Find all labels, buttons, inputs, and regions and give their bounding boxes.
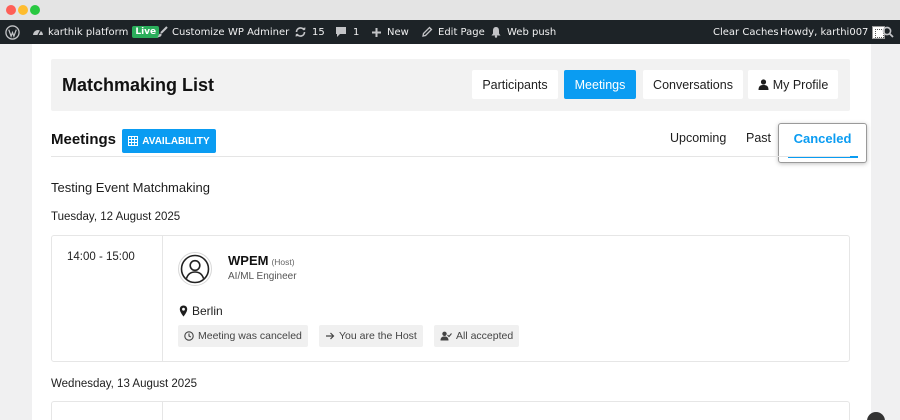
event-name: Testing Event Matchmaking: [51, 180, 210, 195]
edit-page-label: Edit Page: [438, 26, 485, 38]
matchmaking-header: Matchmaking List Participants Meetings C…: [51, 59, 850, 111]
badge-accepted-text: All accepted: [456, 330, 514, 342]
tab-canceled-label: Canceled: [793, 131, 852, 146]
left-gutter: [0, 44, 32, 420]
admin-bar-account[interactable]: Howdy, karthi007: [780, 20, 886, 44]
host-tag: (Host): [271, 257, 295, 267]
tab-upcoming[interactable]: Upcoming: [670, 131, 726, 145]
minimize-window-button[interactable]: [18, 5, 28, 15]
close-window-button[interactable]: [6, 5, 16, 15]
my-profile-button[interactable]: My Profile: [748, 70, 838, 99]
users-check-icon: [440, 331, 452, 341]
meeting-card[interactable]: 14:00 - 15:00 WPEM (Host) AI/ML Engineer …: [51, 235, 850, 362]
card-divider: [162, 402, 163, 420]
pencil-icon: [422, 26, 433, 37]
section-divider: [51, 156, 850, 157]
admin-bar-edit-page[interactable]: Edit Page: [421, 20, 485, 44]
wordpress-logo-icon[interactable]: [5, 20, 20, 44]
updates-count: 15: [312, 26, 325, 38]
arrow-right-icon: [326, 332, 335, 340]
right-gutter: [871, 44, 900, 420]
site-name-label: karthik platform: [48, 26, 129, 38]
admin-bar-customize[interactable]: Customize: [156, 20, 225, 44]
meetings-section-title: Meetings: [51, 131, 117, 148]
conversations-button[interactable]: Conversations: [643, 70, 743, 99]
badge-canceled-text: Meeting was canceled: [198, 330, 302, 342]
status-badge-canceled: Meeting was canceled: [178, 325, 308, 347]
paintbrush-icon: [157, 26, 168, 38]
status-badge-host: You are the Host: [319, 325, 423, 347]
customize-label: Customize: [172, 26, 225, 38]
clear-caches-label: Clear Caches: [713, 26, 779, 38]
maximize-window-button[interactable]: [30, 5, 40, 15]
meeting-time: 14:00 - 15:00: [67, 251, 135, 263]
browser-chrome: [0, 0, 900, 20]
availability-button[interactable]: AVAILABILITY: [122, 129, 216, 153]
tab-past[interactable]: Past: [746, 131, 771, 145]
status-badge-accepted: All accepted: [434, 325, 520, 347]
date-heading: Wednesday, 13 August 2025: [51, 378, 197, 390]
map-pin-icon: [179, 305, 188, 317]
admin-bar-clear-caches[interactable]: Clear Caches: [713, 20, 779, 44]
participant-name[interactable]: WPEM: [228, 253, 268, 268]
updates-icon: [295, 27, 306, 37]
participants-button[interactable]: Participants: [472, 70, 558, 99]
wp-admin-bar: karthik platform Live Customize WP Admin…: [0, 20, 900, 44]
badge-host-text: You are the Host: [339, 330, 417, 342]
new-label: New: [387, 26, 409, 38]
location-label: Berlin: [192, 304, 223, 318]
comment-icon: [336, 27, 346, 37]
clock-icon: [184, 331, 194, 341]
meeting-card[interactable]: [51, 401, 850, 420]
admin-bar-wp-adminer[interactable]: WP Adminer: [228, 20, 289, 44]
web-push-label: Web push: [507, 26, 557, 38]
tab-canceled[interactable]: Canceled: [778, 123, 867, 163]
date-heading: Tuesday, 12 August 2025: [51, 211, 181, 223]
participant-avatar: [178, 252, 212, 286]
admin-bar-search-icon[interactable]: [882, 20, 894, 44]
admin-bar-comments[interactable]: 1: [335, 20, 359, 44]
admin-bar-new[interactable]: New: [371, 20, 409, 44]
admin-bar-site-name[interactable]: karthik platform Live: [32, 20, 160, 44]
card-divider: [162, 236, 163, 361]
wp-adminer-label: WP Adminer: [228, 26, 290, 38]
availability-label: AVAILABILITY: [142, 135, 210, 147]
plus-icon: [372, 27, 381, 37]
my-profile-label: My Profile: [772, 77, 829, 92]
page-title: Matchmaking List: [62, 75, 215, 95]
comments-count: 1: [353, 26, 360, 38]
participant-role: AI/ML Engineer: [228, 271, 297, 282]
user-icon: [758, 79, 769, 90]
howdy-label: Howdy, karthi007: [780, 26, 869, 38]
meetings-button[interactable]: Meetings: [564, 70, 636, 99]
dashboard-icon: [33, 30, 43, 36]
admin-bar-updates[interactable]: 15: [294, 20, 325, 44]
participant-name-row: WPEM (Host): [228, 253, 295, 268]
calendar-grid-icon: [128, 136, 139, 146]
user-circle-icon: [180, 254, 210, 284]
admin-bar-web-push[interactable]: Web push: [490, 20, 556, 44]
bell-icon: [491, 27, 501, 38]
meeting-location: Berlin: [179, 304, 223, 318]
